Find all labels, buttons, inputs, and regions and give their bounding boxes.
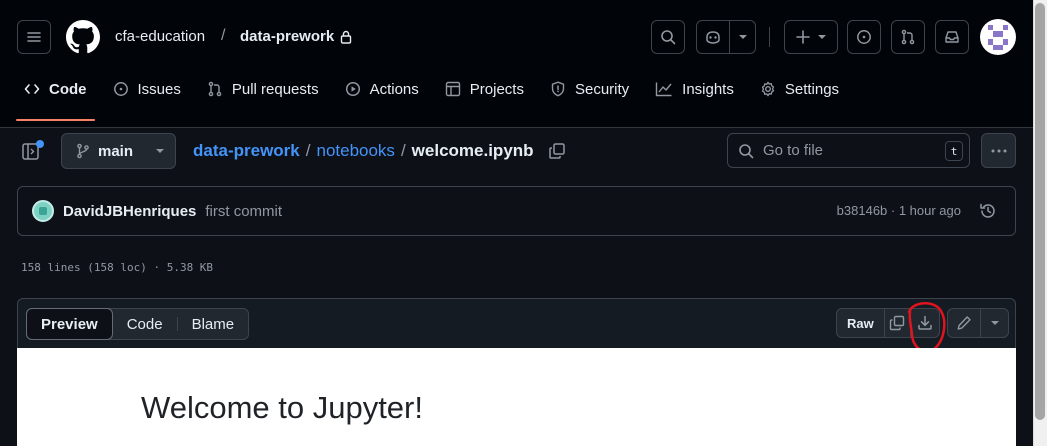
copy-raw-button[interactable]	[883, 309, 910, 337]
create-new-button[interactable]	[784, 20, 838, 54]
tab-security[interactable]: Security	[542, 70, 637, 108]
breadcrumb-file-name: welcome.ipynb	[411, 141, 534, 160]
search-button[interactable]	[651, 20, 685, 54]
issue-icon	[113, 81, 129, 97]
tab-label: Pull requests	[231, 80, 319, 98]
issues-button[interactable]	[847, 20, 881, 54]
pull-request-icon	[207, 81, 223, 97]
edit-file-button[interactable]	[948, 309, 980, 337]
copy-icon	[889, 315, 905, 331]
tab-label: Issues	[137, 80, 181, 98]
table-icon	[445, 81, 461, 97]
inbox-button[interactable]	[935, 20, 969, 54]
go-to-file-input[interactable]: Go to file t	[727, 133, 970, 168]
tab-label: Actions	[369, 80, 419, 98]
code-view-button[interactable]: Code	[113, 309, 177, 339]
branch-icon	[76, 143, 90, 159]
copilot-icon	[697, 29, 729, 45]
edit-group	[947, 308, 1009, 338]
play-icon	[345, 81, 361, 97]
issues-icon	[856, 29, 872, 45]
edit-options-dropdown[interactable]	[980, 309, 1008, 337]
keyboard-shortcut-hint: t	[945, 141, 963, 161]
user-avatar[interactable]	[980, 19, 1016, 55]
menu-icon	[26, 29, 42, 45]
repo-name: data-prework	[240, 28, 335, 45]
download-icon	[917, 315, 933, 331]
kebab-horizontal-icon	[991, 149, 1007, 153]
file-viewer-toolbar: Preview Code Blame Raw	[17, 298, 1016, 348]
pull-request-icon	[900, 29, 916, 45]
copilot-chevron-down-icon[interactable]	[730, 34, 755, 40]
latest-commit-box: DavidJBHenriques first commit b38146b · …	[17, 186, 1016, 236]
copy-path-icon[interactable]	[548, 142, 566, 160]
search-icon	[738, 143, 754, 159]
owner-link[interactable]: cfa-education	[115, 28, 205, 45]
github-logo[interactable]	[66, 20, 100, 54]
inbox-icon	[944, 29, 960, 45]
tab-insights[interactable]: Insights	[647, 70, 742, 108]
tab-label: Security	[574, 80, 630, 98]
tab-pull-requests[interactable]: Pull requests	[199, 70, 327, 108]
search-icon	[660, 29, 676, 45]
gear-icon	[760, 81, 776, 97]
repo-link[interactable]: data-prework	[240, 28, 352, 45]
tab-projects[interactable]: Projects	[437, 70, 532, 108]
tab-label: Insights	[682, 80, 734, 98]
branch-name: main	[98, 142, 134, 160]
scrollbar-thumb[interactable]	[1035, 3, 1045, 420]
shield-icon	[550, 81, 566, 97]
graph-icon	[655, 81, 673, 97]
tab-label: Projects	[469, 80, 524, 98]
more-options-button[interactable]	[981, 133, 1016, 168]
commit-sha-time[interactable]: b38146b · 1 hour ago	[837, 203, 961, 218]
view-mode-toggle: Preview Code Blame	[26, 308, 250, 340]
expand-file-tree-button[interactable]	[19, 139, 47, 165]
header-divider	[769, 27, 770, 47]
tab-label: Code	[49, 80, 87, 98]
tab-settings[interactable]: Settings	[752, 70, 847, 108]
chevron-down-icon	[818, 34, 826, 40]
breadcrumb: data-prework / notebooks / welcome.ipynb	[193, 141, 566, 161]
plus-icon	[796, 30, 810, 44]
commit-message[interactable]: first commit	[205, 203, 282, 220]
commit-author[interactable]: DavidJBHenriques	[63, 203, 196, 220]
repo-nav: Code Issues Pull requests Actions Projec…	[16, 70, 857, 121]
raw-button[interactable]: Raw	[837, 309, 884, 337]
breadcrumb-repo-link[interactable]: data-prework	[193, 141, 300, 161]
author-avatar[interactable]	[32, 200, 54, 222]
go-to-file-placeholder: Go to file	[763, 142, 824, 159]
code-icon	[24, 81, 40, 97]
branch-selector[interactable]: main	[61, 133, 176, 169]
notebook-preview: Welcome to Jupyter!	[17, 348, 1016, 446]
file-actions-group: Raw	[836, 308, 940, 338]
pencil-icon	[956, 315, 972, 331]
file-size-info: 158 lines (158 loc) · 5.38 KB	[21, 261, 214, 274]
path-separator: /	[221, 27, 226, 44]
breadcrumb-separator: /	[400, 141, 406, 160]
chevron-down-icon	[990, 320, 1000, 326]
tab-code[interactable]: Code	[16, 70, 95, 121]
breadcrumb-folder-link[interactable]: notebooks	[316, 141, 394, 161]
global-header: cfa-education / data-prework Code Issues…	[0, 0, 1033, 128]
sidebar-expand-icon	[19, 139, 47, 165]
tab-label: Settings	[784, 80, 840, 98]
download-raw-button[interactable]	[909, 309, 939, 337]
chevron-down-icon	[155, 148, 165, 154]
blame-button[interactable]: Blame	[178, 309, 249, 339]
preview-button[interactable]: Preview	[26, 308, 113, 340]
history-icon[interactable]	[979, 202, 997, 220]
pull-requests-button[interactable]	[891, 20, 925, 54]
breadcrumb-separator: /	[305, 141, 311, 160]
tab-actions[interactable]: Actions	[337, 70, 427, 108]
lock-icon	[340, 30, 352, 44]
tab-issues[interactable]: Issues	[105, 70, 189, 108]
menu-button[interactable]	[17, 20, 51, 54]
notebook-heading: Welcome to Jupyter!	[141, 390, 423, 425]
copilot-button[interactable]	[696, 20, 756, 54]
